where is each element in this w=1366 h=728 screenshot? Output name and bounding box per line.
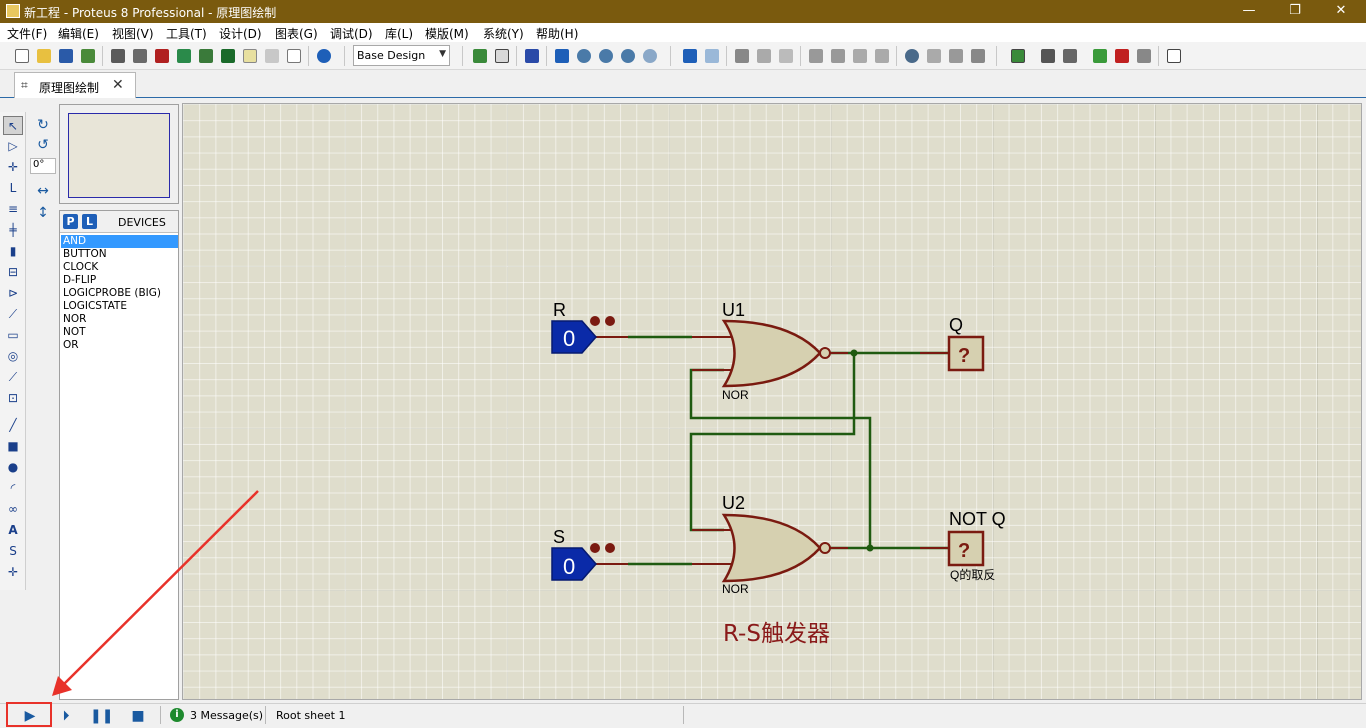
logicstate-r[interactable]: R 0 xyxy=(551,300,615,354)
junction-dot xyxy=(866,544,874,552)
schematic-title-text: R-S触发器 xyxy=(723,621,830,647)
junction-dot xyxy=(850,349,858,357)
step-button[interactable]: ⏵ xyxy=(55,706,77,726)
stop-button[interactable]: ■ xyxy=(127,706,149,726)
state-indicator xyxy=(590,316,600,326)
gate-u2-type: NOR xyxy=(722,582,749,596)
wire[interactable] xyxy=(689,368,872,548)
probe-q-value: ? xyxy=(958,345,970,367)
input-s-label: S xyxy=(553,527,565,547)
probe-notq-note: Q的取反 xyxy=(950,567,995,582)
state-indicator xyxy=(590,543,600,553)
probe-notq-value: ? xyxy=(958,540,970,562)
logicstate-s[interactable]: S 0 xyxy=(551,527,615,581)
schematic-drawing: R 0 S 0 U1 NOR U2 NOR Q ? NOT Q ? Q的取反 R… xyxy=(52,300,1006,696)
current-sheet: Root sheet 1 xyxy=(276,709,346,722)
nor-gate-u1[interactable]: U1 NOR xyxy=(721,300,831,402)
logic-probe-not-q[interactable]: NOT Q ? Q的取反 xyxy=(947,509,1006,582)
gate-u2-ref: U2 xyxy=(722,493,745,513)
input-s-value: 0 xyxy=(563,554,575,579)
logic-probe-q[interactable]: Q ? xyxy=(947,315,985,372)
annotation-highlight-box xyxy=(6,702,52,727)
pause-button[interactable]: ❚❚ xyxy=(90,706,113,726)
message-count[interactable]: 3 Message(s) xyxy=(190,709,263,722)
probe-q-label: Q xyxy=(949,315,963,335)
gate-u1-type: NOR xyxy=(722,388,749,402)
nor-gate-u2[interactable]: U2 NOR xyxy=(721,493,831,596)
gate-u1-ref: U1 xyxy=(722,300,745,320)
annotation-arrow xyxy=(52,490,259,696)
state-indicator xyxy=(605,543,615,553)
input-r-label: R xyxy=(553,300,566,320)
input-r-value: 0 xyxy=(563,326,575,351)
probe-notq-label: NOT Q xyxy=(949,509,1006,529)
state-indicator xyxy=(605,316,615,326)
info-icon: i xyxy=(170,708,184,722)
